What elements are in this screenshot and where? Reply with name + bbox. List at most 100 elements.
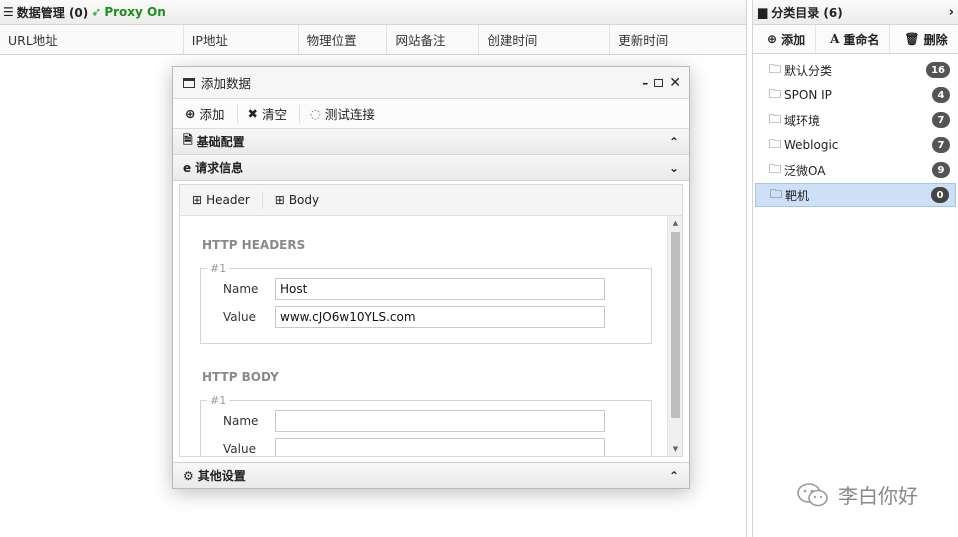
section-basic-config[interactable]: 🗎 基础配置 ⌃ [173,129,689,155]
category-name: 域环境 [784,113,821,128]
body-name-label: Name [223,414,259,428]
plus-circle-icon: ⊕ [185,106,196,121]
rename-category-button[interactable]: A 重命名 [816,25,891,53]
column-updated[interactable]: 更新时间 [610,25,746,54]
dialog-titlebar[interactable]: 添加数据 – ✕ [173,67,689,99]
test-connection-button[interactable]: ◌ 测试连接 [300,105,387,123]
add-button[interactable]: ⊕ 添加 [181,104,238,123]
section-label: 其他设置 [197,469,246,483]
chevron-right-icon[interactable]: › [949,5,954,20]
request-tabs: ⊞ Header ⊞ Body [179,184,683,215]
header-value-input[interactable]: www.cJO6w10YLS.com [275,306,605,328]
category-name: 泛微OA [784,163,826,178]
plus-square-icon: ⊞ [274,193,285,207]
category-sidebar: ▆ 分类目录 (6) › ⊕ 添加 A 重命名 🗑 删除 🗀 默认分类 16 🗀 S… [752,0,958,537]
plus-circle-icon: ⊕ [767,32,778,46]
plus-square-icon: ⊞ [192,193,203,207]
x-icon: ✖ [247,106,258,121]
window-icon [183,77,195,88]
category-item-domain[interactable]: 🗀 域环境 7 [755,108,956,132]
category-item-weblogic[interactable]: 🗀 Weblogic 7 [755,133,956,157]
category-header: ▆ 分类目录 (6) › [753,0,958,25]
category-list: 🗀 默认分类 16 🗀 SPON IP 4 🗀 域环境 7 🗀 Weblogic 7 🗀… [753,54,958,212]
trash-icon: 🗑 [904,32,920,46]
chevron-down-icon: ⌄ [668,160,679,175]
tab-label: Header [206,193,250,207]
proxy-status[interactable]: ➶ Proxy On [91,5,166,19]
minimize-icon[interactable]: – [642,76,648,90]
tab-label: Body [288,193,320,207]
tab-header[interactable]: ⊞ Header [180,191,263,209]
add-category-button[interactable]: ⊕ 添加 [753,25,817,53]
body-fieldset: #1 Name Value [200,394,652,456]
body-value-label: Value [223,442,256,456]
count-badge: 4 [932,87,950,103]
count-badge: 0 [931,187,949,203]
section-label: 请求信息 [195,161,244,175]
ie-icon: e [183,160,192,175]
category-name: SPON IP [784,88,832,102]
header-name-input[interactable]: Host [275,278,605,300]
column-url[interactable]: URL地址 [0,25,184,54]
close-icon[interactable]: ✕ [669,75,681,91]
column-ip[interactable]: IP地址 [184,25,299,54]
scroll-down-icon[interactable]: ▼ [668,442,682,456]
request-form-scroll: HTTP HEADERS #1 Name Host Value www.cJO6… [179,215,683,457]
http-body-title: HTTP BODY [202,370,279,384]
watermark-text: 李白你好 [838,484,918,508]
delete-category-button[interactable]: 🗑 删除 [890,25,957,53]
table-header: URL地址 IP地址 物理位置 网站备注 创建时间 更新时间 [0,25,746,55]
spinner-icon: ◌ [310,106,321,121]
body-value-input[interactable] [275,438,605,456]
category-item-spon-ip[interactable]: 🗀 SPON IP 4 [755,83,956,107]
column-created[interactable]: 创建时间 [479,25,611,54]
section-request-info[interactable]: e 请求信息 ⌄ [173,155,689,181]
section-label: 基础配置 [196,135,245,149]
send-icon: ➶ [91,5,102,19]
category-item-target[interactable]: 🗀 靶机 0 [755,183,956,207]
maximize-icon[interactable] [654,78,664,87]
category-name: 默认分类 [784,63,833,78]
chevron-up-icon: ⌃ [668,134,679,149]
category-name: Weblogic [784,138,839,152]
body-name-input[interactable] [275,410,605,432]
proxy-status-label: Proxy On [104,5,166,19]
category-item-weaver-oa[interactable]: 🗀 泛微OA 9 [755,158,956,182]
folder-outline-icon: 🗀 [769,161,782,176]
data-management-header: ☰ 数据管理 (0) ➶ Proxy On [0,0,746,25]
scrollbar-thumb[interactable] [671,232,680,418]
file-icon: 🗎 [183,133,193,147]
column-location[interactable]: 物理位置 [299,25,388,54]
count-badge: 7 [932,137,950,153]
header-legend: #1 [210,262,227,275]
test-label: 测试连接 [324,107,375,122]
add-label: 添加 [199,107,225,122]
rename-label: 重命名 [843,32,880,47]
scroll-up-icon[interactable]: ▲ [668,216,682,230]
header-fieldset: #1 Name Host Value www.cJO6w10YLS.com [200,262,652,344]
folder-outline-icon: 🗀 [769,111,782,126]
font-icon: A [830,32,840,46]
add-label: 添加 [781,32,806,47]
category-item-default[interactable]: 🗀 默认分类 16 [755,58,956,82]
folder-outline-icon: 🗀 [769,61,782,76]
count-badge: 9 [932,162,950,178]
panel-title: 数据管理 (0) [16,5,89,20]
category-title: 分类目录 (6) [771,5,843,20]
category-name: 靶机 [785,188,810,203]
vertical-scrollbar[interactable]: ▲ ▼ [667,216,682,456]
count-badge: 16 [926,62,950,78]
column-remark[interactable]: 网站备注 [387,25,480,54]
tab-body[interactable]: ⊞ Body [263,191,331,209]
header-value-label: Value [223,310,256,324]
section-other-settings[interactable]: ⚙ 其他设置 ⌃ [173,462,689,488]
header-name-label: Name [223,282,259,296]
count-badge: 7 [932,112,950,128]
body-legend: #1 [210,394,227,407]
clear-button[interactable]: ✖ 清空 [238,104,300,123]
gears-icon: ⚙ [183,468,194,483]
clear-label: 清空 [261,107,287,122]
folder-outline-icon: 🗀 [770,186,783,201]
watermark: 李白你好 [796,480,918,509]
folder-icon: ▆ [758,5,768,19]
